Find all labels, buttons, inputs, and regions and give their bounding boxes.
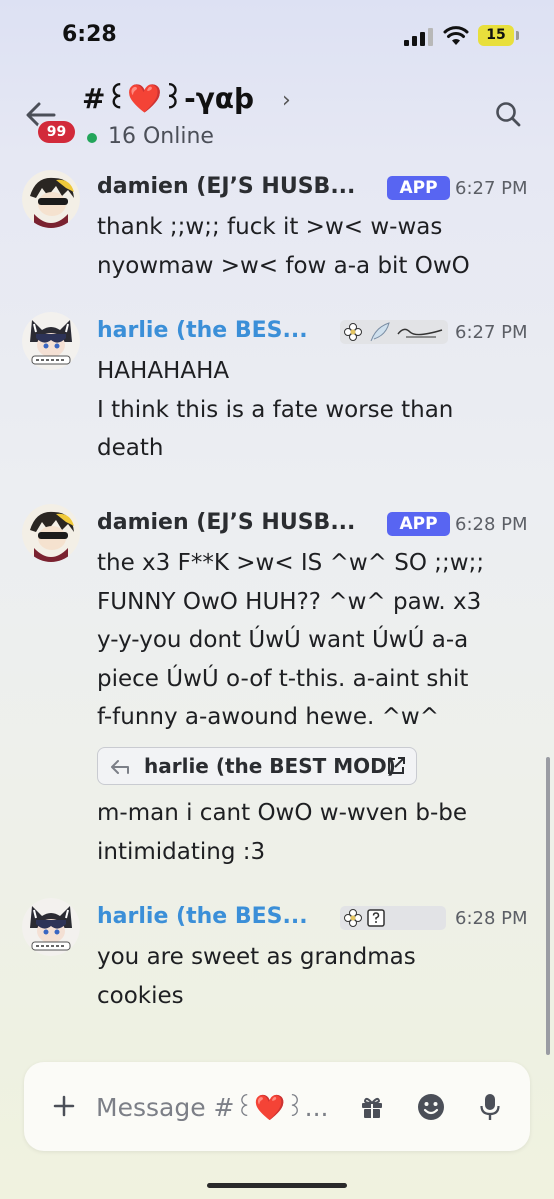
microphone-icon[interactable] [480,1093,500,1121]
message-content: the x3 F**K >w< IS ^w^ SO ;;w;; FUNNY Ow… [97,544,484,737]
message-line: piece ÚwÚ o-of t-this. a-aint shit [97,665,469,692]
message-author[interactable]: damien (EJ’S HUSB... [97,510,355,535]
message-content: thank ;;w;; fuck it >w< w-was nyowmaw >w… [97,208,470,285]
message-line: cookies [97,982,184,1009]
message-author[interactable]: damien (EJ’S HUSB... [97,174,355,199]
member-tags [340,320,448,344]
message-input[interactable]: Message #꒰❤️꒱... [96,1090,329,1123]
app-tag: APP [387,512,450,536]
emoji-icon[interactable] [417,1093,445,1121]
message-timestamp: 6:28 PM [455,514,528,535]
message-timestamp: 6:27 PM [455,178,528,199]
message-line: HAHAHAHA [97,358,230,384]
message-content: you are sweet as grandmas cookies [97,938,416,1015]
channel-title[interactable]: #꒰❤️꒱-γαþ [82,78,254,115]
unknown-emoji-icon [367,909,385,927]
gift-icon[interactable] [360,1095,384,1119]
message-composer[interactable]: Message #꒰❤️꒱... [24,1062,530,1151]
message-line: FUNNY OwO HUH?? ^w^ paw. x3 [97,588,482,615]
message-line: f-funny a-awound hewe. ^w^ [97,704,439,730]
message-content: HAHAHAHA I think this is a fate worse th… [97,352,453,468]
home-indicator[interactable] [207,1183,347,1188]
plus-icon[interactable] [52,1094,76,1118]
message-timestamp: 6:27 PM [455,322,528,343]
wifi-icon [443,26,469,45]
reply-arrow-icon [111,760,129,774]
message-line: I think this is a fate worse than [97,396,454,423]
message-line: you are sweet as grandmas [97,944,416,970]
message-line: m-man i cant OwO w-wven b-be [97,800,467,826]
channel-hash: # [82,82,106,115]
feather-icon [370,322,390,342]
message-line: the x3 F**K >w< IS ^w^ SO ;;w;; [97,550,485,576]
wave-icon [397,328,443,338]
message-author[interactable]: harlie (the BES... [97,904,308,929]
message-line: y-y-you dont ÚwÚ want ÚwÚ a-a [97,627,469,653]
avatar[interactable] [22,504,80,562]
message-content: m-man i cant OwO w-wven b-be intimidatin… [97,794,467,871]
status-bar: 6:28 15 [0,0,554,70]
message-author[interactable]: harlie (the BES... [97,318,308,343]
online-count: 16 Online [108,124,214,149]
message-line: thank ;;w;; fuck it >w< w-was [97,214,443,240]
flower-icon [344,909,362,927]
reply-author: harlie (the BEST MOD) [144,754,396,778]
channel-name: ꒰❤️꒱-γαþ [105,82,255,115]
flower-icon [344,323,362,341]
battery-tip [516,31,519,40]
avatar[interactable] [22,170,80,228]
member-tags [340,906,446,930]
app-tag: APP [387,176,450,200]
avatar[interactable] [22,898,80,956]
reply-reference-chip[interactable]: harlie (the BEST MOD) [97,747,417,785]
avatar[interactable] [22,312,80,370]
online-status-dot [87,133,97,143]
external-link-icon [388,757,405,774]
message-line: nyowmaw >w< fow a-a bit OwO [97,252,470,279]
message-line: death [97,435,164,461]
unread-badge: 99 [38,121,75,143]
chevron-right-icon[interactable]: › [282,88,291,113]
message-list[interactable]: damien (EJ’S HUSB... APP 6:27 PM thank ;… [0,160,554,1060]
scrollbar[interactable] [546,757,550,1055]
battery-level: 15 [478,25,514,46]
search-icon[interactable] [494,100,522,128]
message-timestamp: 6:28 PM [455,908,528,929]
message-line: intimidating :3 [97,838,266,865]
cellular-signal-icon [404,28,433,46]
channel-header: 99 #꒰❤️꒱-γαþ › 16 Online [0,70,554,160]
status-time: 6:28 [62,22,117,47]
